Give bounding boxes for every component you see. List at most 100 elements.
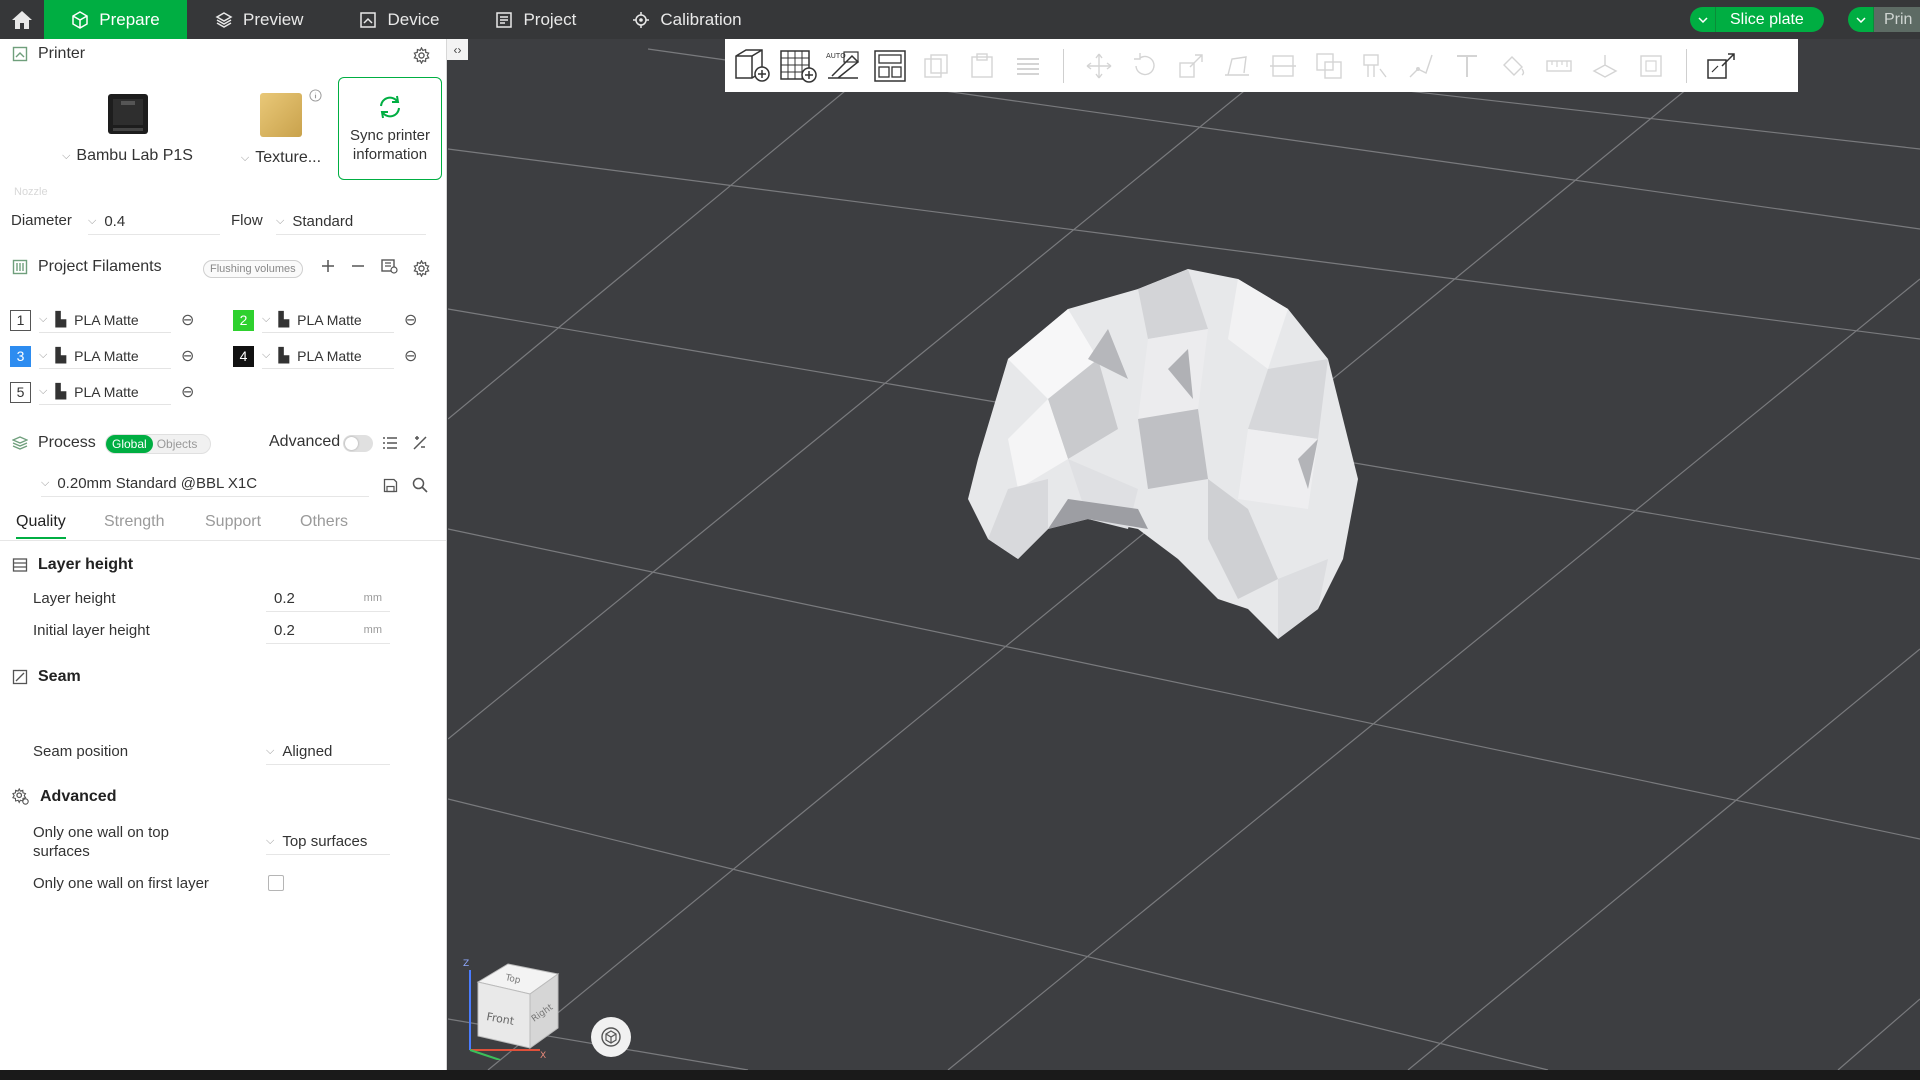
plate-selector[interactable]: ⌵ Texture... bbox=[236, 91, 326, 167]
color-paint-button[interactable] bbox=[1490, 43, 1536, 89]
text-button[interactable] bbox=[1444, 43, 1490, 89]
process-list-button[interactable] bbox=[382, 436, 398, 450]
filaments-title: Project Filaments bbox=[38, 258, 162, 275]
measure-button[interactable] bbox=[1536, 43, 1582, 89]
chevron-down-icon: ⌵ bbox=[240, 151, 250, 164]
print-dropdown-button[interactable] bbox=[1848, 7, 1874, 32]
tab-prepare[interactable]: Prepare bbox=[44, 0, 187, 39]
sync-printer-info-button[interactable]: Sync printer information bbox=[338, 77, 442, 180]
seam-position-select[interactable]: ⌵ Aligned bbox=[266, 738, 390, 765]
filament-5-number[interactable]: 5 bbox=[10, 381, 31, 403]
one-wall-top-select[interactable]: ⌵ Top surfaces bbox=[266, 828, 390, 855]
filament-4-select[interactable]: ⌵ ▙ PLA Matte bbox=[262, 343, 394, 369]
filament-1-select[interactable]: ⌵ ▙ PLA Matte bbox=[39, 307, 171, 333]
global-toggle-option[interactable]: Global bbox=[106, 435, 153, 453]
one-wall-top-value: Top surfaces bbox=[282, 832, 368, 850]
slice-plate-button[interactable]: Slice plate bbox=[1716, 7, 1824, 32]
tab-calibration[interactable]: Calibration bbox=[604, 0, 769, 39]
rotate-button[interactable] bbox=[1122, 43, 1168, 89]
print-plate-button[interactable]: Prin bbox=[1874, 7, 1920, 32]
process-compare-button[interactable] bbox=[412, 435, 428, 451]
filament-3-number[interactable]: 3 bbox=[10, 345, 31, 367]
flow-select[interactable]: ⌵ Standard bbox=[276, 208, 426, 235]
layer-height-input[interactable]: 0.2 mm bbox=[266, 585, 390, 612]
filament-4-name: PLA Matte bbox=[297, 347, 362, 364]
arrange-button[interactable] bbox=[867, 43, 913, 89]
remove-circle-icon[interactable]: ⊖ bbox=[181, 310, 194, 330]
paste-button[interactable] bbox=[959, 43, 1005, 89]
tab-preview[interactable]: Preview bbox=[187, 0, 331, 39]
filament-slot-4: 4 ⌵ ▙ PLA Matte ⊖ bbox=[233, 343, 417, 369]
collapse-sidebar-button[interactable]: ‹› bbox=[447, 39, 468, 60]
3d-viewport[interactable] bbox=[448, 39, 1920, 1070]
split-objects-button[interactable] bbox=[1699, 43, 1745, 89]
remove-filament-button[interactable] bbox=[351, 259, 365, 273]
auto-orient-button[interactable]: AUTO bbox=[821, 43, 867, 89]
nozzle-label: Nozzle bbox=[14, 186, 48, 198]
cut-button[interactable] bbox=[1260, 43, 1306, 89]
add-object-button[interactable] bbox=[729, 43, 775, 89]
add-plate-button[interactable] bbox=[775, 43, 821, 89]
chevron-down-icon: ⌵ bbox=[262, 313, 271, 325]
support-paint-button[interactable] bbox=[1352, 43, 1398, 89]
info-icon[interactable] bbox=[309, 89, 322, 102]
printer-model-dropdown[interactable]: ⌵ Bambu Lab P1S bbox=[62, 147, 193, 165]
hair-model[interactable] bbox=[968, 269, 1358, 639]
save-icon bbox=[383, 478, 398, 493]
filament-2-number[interactable]: 2 bbox=[233, 309, 254, 331]
tab-project[interactable]: Project bbox=[467, 0, 604, 39]
add-filament-button[interactable] bbox=[321, 259, 335, 273]
remove-circle-icon[interactable]: ⊖ bbox=[181, 382, 194, 402]
chevron-down-icon: ⌵ bbox=[262, 349, 271, 361]
filament-type-icon: ▙ bbox=[278, 347, 290, 363]
scale-button[interactable] bbox=[1168, 43, 1214, 89]
reset-view-button[interactable] bbox=[591, 1017, 631, 1057]
layers-button[interactable] bbox=[1005, 43, 1051, 89]
remove-circle-icon[interactable]: ⊖ bbox=[181, 346, 194, 366]
tab-quality[interactable]: Quality bbox=[16, 513, 66, 539]
copy-button[interactable] bbox=[913, 43, 959, 89]
search-settings-button[interactable] bbox=[412, 477, 428, 493]
home-button[interactable] bbox=[0, 0, 44, 39]
filament-4-number[interactable]: 4 bbox=[233, 345, 254, 367]
filament-5-select[interactable]: ⌵ ▙ PLA Matte bbox=[39, 379, 171, 405]
rotate-icon bbox=[1134, 52, 1155, 75]
remove-circle-icon[interactable]: ⊖ bbox=[404, 310, 417, 330]
remove-circle-icon[interactable]: ⊖ bbox=[404, 346, 417, 366]
filament-settings-gear-icon[interactable] bbox=[413, 260, 430, 277]
one-wall-first-layer-checkbox[interactable] bbox=[268, 875, 284, 891]
seam-group-label: Seam bbox=[38, 668, 81, 685]
save-preset-button[interactable] bbox=[383, 478, 398, 493]
seam-paint-button[interactable] bbox=[1398, 43, 1444, 89]
printer-settings-gear-icon[interactable] bbox=[413, 47, 430, 64]
filament-2-select[interactable]: ⌵ ▙ PLA Matte bbox=[262, 307, 394, 333]
lay-on-face-button[interactable] bbox=[1214, 43, 1260, 89]
tab-device[interactable]: Device bbox=[331, 0, 467, 39]
ams-sync-icon bbox=[381, 259, 398, 274]
boolean-button[interactable] bbox=[1306, 43, 1352, 89]
plus-icon bbox=[322, 260, 334, 272]
layer-height-unit: mm bbox=[363, 592, 382, 604]
filament-3-select[interactable]: ⌵ ▙ PLA Matte bbox=[39, 343, 171, 369]
move-button[interactable] bbox=[1076, 43, 1122, 89]
assembly-button[interactable] bbox=[1582, 43, 1628, 89]
view-cube-button[interactable] bbox=[1628, 43, 1674, 89]
plate-type-dropdown[interactable]: ⌵ Texture... bbox=[241, 149, 321, 167]
tab-strength[interactable]: Strength bbox=[104, 513, 164, 537]
objects-toggle-option[interactable]: Objects bbox=[153, 435, 202, 453]
initial-layer-height-input[interactable]: 0.2 mm bbox=[266, 617, 390, 644]
filament-slot-3: 3 ⌵ ▙ PLA Matte ⊖ bbox=[10, 343, 194, 369]
advanced-switch[interactable] bbox=[343, 435, 373, 452]
tab-project-label: Project bbox=[523, 9, 577, 29]
nozzle-diameter-select[interactable]: ⌵ 0.4 bbox=[88, 208, 220, 235]
filament-1-number[interactable]: 1 bbox=[10, 309, 31, 331]
printer-selector[interactable]: ⌵ Bambu Lab P1S bbox=[60, 91, 195, 165]
flushing-volumes-button[interactable]: Flushing volumes bbox=[203, 260, 303, 278]
process-preset-select[interactable]: ⌵ 0.20mm Standard @BBL X1C bbox=[41, 470, 369, 497]
tab-support[interactable]: Support bbox=[205, 513, 261, 537]
sync-ams-button[interactable] bbox=[380, 257, 398, 275]
orientation-cube[interactable]: Z X Top Front Right bbox=[460, 950, 570, 1060]
tab-others[interactable]: Others bbox=[300, 513, 348, 537]
slice-dropdown-button[interactable] bbox=[1690, 7, 1716, 32]
chevron-down-icon: ⌵ bbox=[266, 744, 275, 757]
